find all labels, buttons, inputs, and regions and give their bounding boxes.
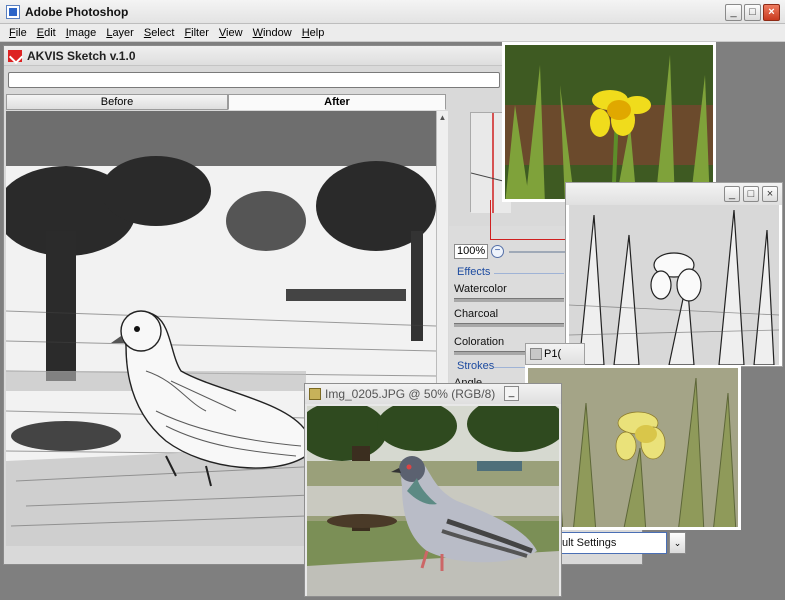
menubar: File Edit Image Layer Select Filter View… <box>0 24 785 42</box>
preset-select[interactable]: ult Settings <box>557 532 667 554</box>
document-icon <box>530 348 542 360</box>
akvis-logo-icon <box>8 49 22 62</box>
effects-header: Effects <box>454 266 566 280</box>
menu-select[interactable]: Select <box>139 27 180 39</box>
zoom-field[interactable]: 100% <box>454 244 488 259</box>
coloration-label: Coloration <box>454 336 505 348</box>
daffodil-photo-image <box>505 45 713 199</box>
menu-view[interactable]: View <box>214 27 248 39</box>
pigeon-document-window: Img_0205.JPG @ 50% (RGB/8) _ <box>304 383 562 597</box>
sketch-maximize-button[interactable]: □ <box>743 186 759 202</box>
menu-layer[interactable]: Layer <box>101 27 139 39</box>
zoom-slider[interactable] <box>509 251 569 253</box>
daffodil-sketch-window: _ □ × <box>565 182 783 367</box>
daffodil-photo <box>502 42 716 202</box>
preset-dropdown-button[interactable]: ⌄ <box>669 532 686 554</box>
document-icon <box>309 388 321 400</box>
pigeon-photo <box>307 406 559 596</box>
zoom-out-button[interactable]: − <box>491 245 504 258</box>
p1-document-tab[interactable]: P1( <box>525 343 585 365</box>
menu-window[interactable]: Window <box>248 27 297 39</box>
watercolor-slider[interactable] <box>454 298 564 302</box>
close-button[interactable]: × <box>763 4 780 21</box>
menu-help[interactable]: Help <box>297 27 330 39</box>
window-title: Adobe Photoshop <box>25 4 129 19</box>
strokes-header: Strokes <box>454 360 565 374</box>
menu-file[interactable]: File <box>4 27 32 39</box>
menu-edit[interactable]: Edit <box>32 27 61 39</box>
menu-image[interactable]: Image <box>61 27 102 39</box>
maximize-button[interactable]: □ <box>744 4 761 21</box>
photoshop-app-icon <box>6 4 20 19</box>
watercolor-label: Watercolor <box>454 283 507 295</box>
pigeon-document-title: Img_0205.JPG @ 50% (RGB/8) <box>325 387 496 401</box>
minimize-button[interactable]: _ <box>725 4 742 21</box>
tab-after[interactable]: After <box>228 94 446 110</box>
daffodil-sketch-image <box>569 205 779 365</box>
pigeon-document-titlebar: Img_0205.JPG @ 50% (RGB/8) <box>305 384 561 404</box>
pigeon-minimize-button[interactable]: _ <box>504 386 519 401</box>
sketch-close-button[interactable]: × <box>762 186 778 202</box>
pigeon-photo-image <box>307 406 559 596</box>
menu-filter[interactable]: Filter <box>179 27 213 39</box>
sketch-minimize-button[interactable]: _ <box>724 186 740 202</box>
akvis-title: AKVIS Sketch v.1.0 <box>27 48 136 63</box>
p1-document-title: P1( <box>544 348 562 360</box>
scroll-up-arrow-icon[interactable]: ▲ <box>438 113 447 122</box>
daffodil-sketch-titlebar: _ □ × <box>566 183 782 205</box>
tab-before[interactable]: Before <box>6 94 228 110</box>
charcoal-label: Charcoal <box>454 308 499 320</box>
preview-frame <box>490 200 570 240</box>
photoshop-titlebar: Adobe Photoshop _ □ × <box>0 0 785 24</box>
progress-bar <box>8 72 500 88</box>
charcoal-slider[interactable] <box>454 323 564 327</box>
